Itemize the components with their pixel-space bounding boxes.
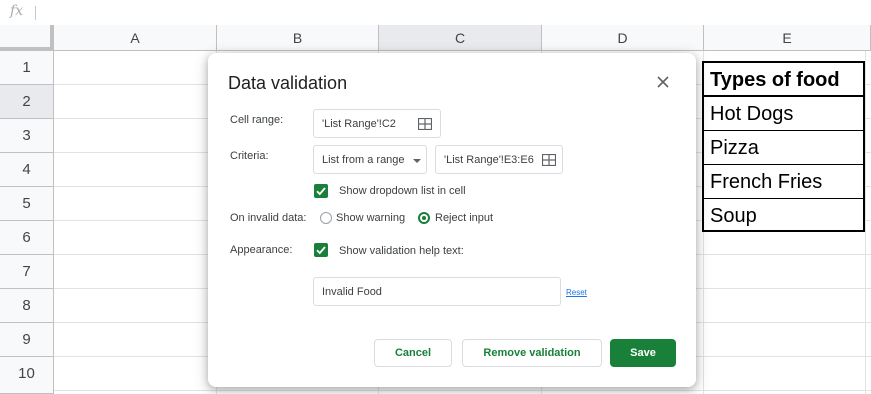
criteria-range-input[interactable]: 'List Range'!E3:E6	[435, 145, 563, 174]
chevron-down-icon	[413, 159, 421, 163]
reset-link[interactable]: Reset	[566, 288, 587, 297]
food-table-cell[interactable]: French Fries	[704, 165, 863, 199]
food-table-header[interactable]: Types of food	[704, 63, 863, 97]
food-list-table: Types of food Hot Dogs Pizza French Frie…	[702, 61, 865, 232]
food-table-cell[interactable]: Pizza	[704, 131, 863, 165]
select-all-corner[interactable]	[0, 25, 54, 51]
show-warning-radio[interactable]	[320, 212, 332, 224]
show-help-text-checkbox[interactable]	[314, 243, 328, 257]
row-header-2[interactable]: 2	[0, 85, 54, 119]
gridline	[865, 51, 866, 394]
row-header-10[interactable]: 10	[0, 357, 54, 394]
show-dropdown-label: Show dropdown list in cell	[339, 185, 466, 197]
reject-input-radio[interactable]	[418, 212, 430, 224]
show-help-text-label: Show validation help text:	[339, 245, 464, 257]
column-header-a[interactable]: A	[54, 25, 217, 51]
appearance-label: Appearance:	[230, 244, 293, 256]
formula-bar[interactable]: fx	[0, 0, 871, 26]
dialog-title: Data validation	[228, 73, 348, 93]
cell-range-value: 'List Range'!C2	[322, 118, 396, 130]
select-range-icon[interactable]	[418, 118, 432, 130]
show-warning-label: Show warning	[336, 212, 406, 224]
cancel-button[interactable]: Cancel	[374, 339, 452, 367]
row-header-4[interactable]: 4	[0, 153, 54, 187]
criteria-type-value: List from a range	[322, 154, 405, 166]
row-header-5[interactable]: 5	[0, 187, 54, 221]
show-dropdown-checkbox[interactable]	[314, 184, 328, 198]
checkmark-icon	[316, 246, 326, 255]
close-icon[interactable]	[654, 73, 672, 91]
remove-validation-button[interactable]: Remove validation	[462, 339, 602, 367]
row-header-7[interactable]: 7	[0, 255, 54, 289]
criteria-type-dropdown[interactable]: List from a range	[313, 145, 427, 174]
row-header-1[interactable]: 1	[0, 51, 54, 85]
select-range-icon[interactable]	[542, 154, 556, 166]
fx-icon: fx	[10, 3, 24, 19]
cell-range-input[interactable]: 'List Range'!C2	[313, 109, 441, 138]
save-button[interactable]: Save	[610, 339, 676, 367]
food-table-cell[interactable]: Hot Dogs	[704, 97, 863, 131]
row-header-6[interactable]: 6	[0, 221, 54, 255]
row-header-8[interactable]: 8	[0, 289, 54, 323]
food-table-cell[interactable]: Soup	[704, 199, 863, 233]
criteria-label: Criteria:	[230, 150, 269, 162]
criteria-range-value: 'List Range'!E3:E6	[444, 154, 534, 166]
gridline	[54, 390, 871, 391]
cell-range-label: Cell range:	[230, 114, 284, 126]
column-header-c[interactable]: C	[379, 25, 542, 51]
help-text-input[interactable]: Invalid Food	[313, 277, 561, 306]
row-header-9[interactable]: 9	[0, 323, 54, 357]
on-invalid-label: On invalid data:	[230, 212, 307, 224]
data-validation-dialog: Data validation Cell range: 'List Range'…	[208, 53, 696, 387]
column-header-e[interactable]: E	[704, 25, 871, 51]
help-text-value: Invalid Food	[322, 286, 382, 298]
row-header-3[interactable]: 3	[0, 119, 54, 153]
column-header-d[interactable]: D	[542, 25, 704, 51]
reject-input-label: Reject input	[435, 212, 494, 224]
column-header-b[interactable]: B	[217, 25, 379, 51]
checkmark-icon	[316, 187, 326, 196]
formula-bar-divider	[35, 6, 36, 20]
